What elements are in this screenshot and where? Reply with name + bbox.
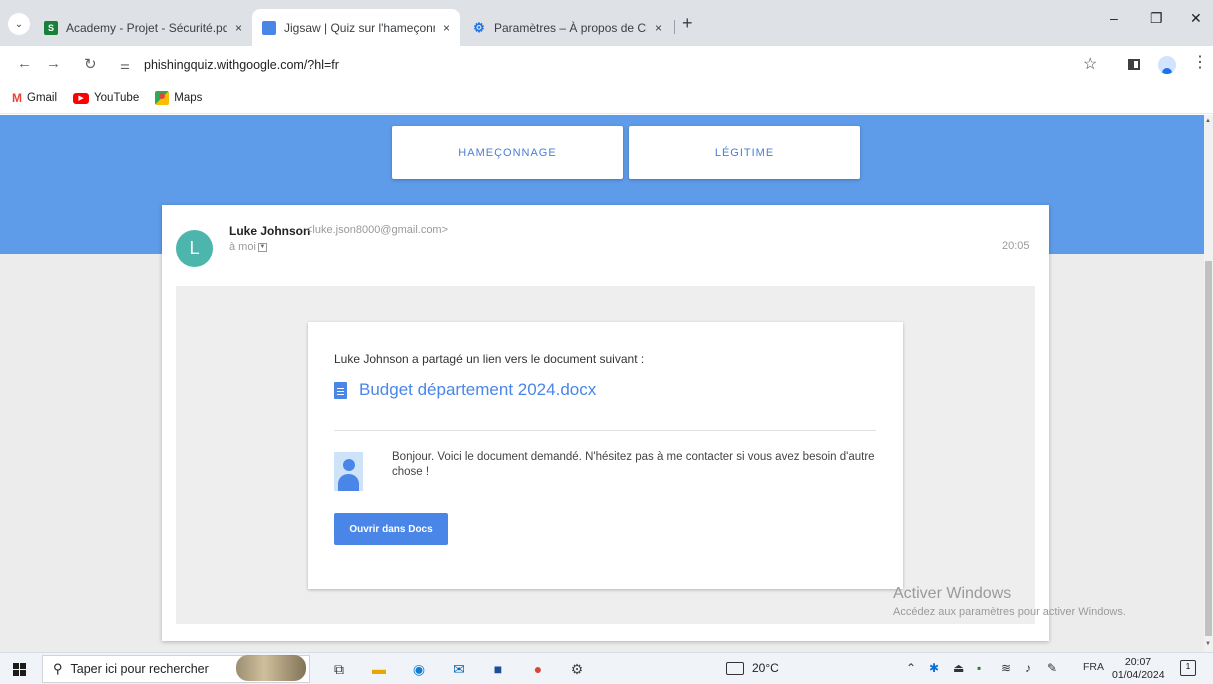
tab-close-icon[interactable]: × [655, 21, 662, 35]
recipient-details-dropdown-icon[interactable]: ▼ [257, 242, 267, 252]
tab-close-icon[interactable]: × [235, 21, 242, 35]
side-panel-icon[interactable] [1128, 59, 1140, 70]
divider [334, 430, 876, 431]
bookmark-youtube[interactable]: ▶ YouTube [73, 92, 139, 104]
email-timestamp: 20:05 [1002, 240, 1030, 252]
weather-icon [726, 661, 744, 675]
edge-browser-icon[interactable]: ◉ [410, 660, 428, 678]
recipient-line: à moi ▼ [229, 241, 267, 253]
url-text[interactable]: phishingquiz.withgoogle.com/?hl=fr [144, 58, 339, 72]
task-view-icon[interactable]: ⧉ [330, 660, 348, 678]
tab-separator [674, 20, 675, 34]
weather-temperature: 20°C [752, 661, 779, 675]
mail-icon[interactable]: ✉ [450, 660, 468, 678]
sender-email[interactable]: <luke.json8000@gmail.com> [306, 224, 448, 236]
tab-title: Jigsaw | Quiz sur l'hameçonnag [284, 20, 435, 35]
weather-widget[interactable]: 20°C [726, 661, 779, 675]
file-explorer-icon[interactable]: ▬ [370, 660, 388, 678]
bookmark-label: Maps [174, 92, 203, 104]
maps-icon [155, 91, 170, 105]
document-name[interactable]: Budget département 2024.docx [359, 380, 596, 400]
jigsaw-favicon-icon [262, 20, 276, 35]
email-card: L Luke Johnson <luke.json8000@gmail.com>… [162, 205, 1049, 641]
open-in-docs-button[interactable]: Ouvrir dans Docs [334, 513, 448, 545]
language-indicator[interactable]: FRA [1083, 661, 1104, 673]
clock-date: 01/04/2024 [1112, 669, 1165, 681]
new-tab-button[interactable]: + [682, 14, 693, 32]
forward-arrow-icon[interactable]: → [46, 55, 61, 72]
chrome-icon[interactable]: ● [529, 660, 547, 678]
tab-title: Paramètres – À propos de Chro [494, 20, 647, 35]
taskbar-clock[interactable]: 20:07 01/04/2024 [1112, 656, 1165, 682]
gmail-icon: M [12, 91, 22, 105]
scroll-up-arrow-icon[interactable]: ▲ [1205, 118, 1211, 124]
email-body: Luke Johnson a partagé un lien vers le d… [176, 286, 1035, 624]
share-text: Luke Johnson a partagé un lien vers le d… [334, 352, 645, 366]
clock-time: 20:07 [1124, 656, 1152, 668]
windows-activation-watermark: Activer Windows Accédez aux paramètres p… [893, 585, 1126, 618]
bookmarks-bar: M Gmail ▶ YouTube Maps [0, 83, 1213, 114]
document-link[interactable]: Budget département 2024.docx [334, 380, 596, 400]
search-icon: ⚲ [53, 661, 63, 676]
phishing-answer-button[interactable]: HAMEÇONNAGE [392, 126, 623, 179]
watermark-subtitle: Accédez aux paramètres pour activer Wind… [893, 606, 1126, 618]
tab-jigsaw-quiz[interactable]: Jigsaw | Quiz sur l'hameçonnag × [252, 9, 460, 46]
sender-avatar: L [176, 230, 213, 267]
wifi-icon[interactable]: ≋ [1001, 661, 1011, 675]
microsoft-store-icon[interactable]: ■ [489, 660, 507, 678]
recipient-label: à moi [229, 241, 256, 253]
scrollbar-thumb[interactable] [1205, 261, 1212, 636]
settings-gear-icon: ⚙ [473, 19, 485, 35]
watermark-title: Activer Windows [893, 585, 1012, 602]
minimize-button[interactable]: – [1110, 10, 1118, 26]
volume-icon[interactable]: ♪ [1025, 661, 1031, 675]
taskbar-search-placeholder: Taper ici pour rechercher [70, 662, 209, 676]
bookmark-star-icon[interactable]: ☆ [1083, 54, 1097, 74]
tab-academy[interactable]: S Academy - Projet - Sécurité.pd × [34, 9, 252, 46]
settings-icon[interactable]: ⚙ [568, 660, 586, 678]
show-hidden-icons-chevron-icon[interactable]: ⌃ [906, 661, 916, 675]
bookmark-gmail[interactable]: M Gmail [12, 91, 57, 105]
google-docs-icon [334, 381, 347, 399]
notification-center-icon[interactable]: 1 [1180, 660, 1196, 676]
tab-search-chevron-icon[interactable]: ⌄ [8, 13, 30, 35]
bookmark-maps[interactable]: Maps [155, 91, 202, 105]
close-window-button[interactable]: ✕ [1190, 10, 1202, 27]
user-avatar-icon [334, 452, 363, 491]
pen-icon[interactable]: ✎ [1047, 661, 1057, 675]
academy-favicon-icon: S [44, 20, 58, 35]
page-viewport: HAMEÇONNAGE LÉGITIME L Luke Johnson <luk… [0, 115, 1204, 652]
bookmark-label: YouTube [94, 92, 140, 104]
bookmark-label: Gmail [27, 92, 58, 104]
page-scrollbar[interactable]: ▲ ▼ [1204, 115, 1213, 652]
tab-close-icon[interactable]: × [443, 21, 450, 35]
back-arrow-icon[interactable]: ← [17, 55, 32, 72]
youtube-icon: ▶ [73, 92, 90, 104]
menu-kebab-icon[interactable]: ⋮ [1192, 55, 1208, 71]
scroll-down-arrow-icon[interactable]: ▼ [1205, 641, 1211, 647]
profile-avatar-icon[interactable] [1158, 56, 1176, 74]
browser-toolbar: ← → ↻ ⚌ phishingquiz.withgoogle.com/?hl=… [0, 46, 1213, 83]
tray-app-icon[interactable]: ▪ [977, 661, 981, 675]
bluetooth-icon[interactable]: ✱ [929, 661, 939, 675]
share-notification-card: Luke Johnson a partagé un lien vers le d… [308, 322, 903, 589]
search-highlight-illustration [236, 655, 306, 681]
reload-icon[interactable]: ↻ [84, 55, 97, 73]
browser-tab-strip: ⌄ S Academy - Projet - Sécurité.pd × Jig… [0, 0, 1213, 46]
address-bar[interactable]: ⚌ phishingquiz.withgoogle.com/?hl=fr [112, 51, 1070, 79]
tab-title: Academy - Projet - Sécurité.pd [66, 20, 227, 35]
restore-button[interactable]: ❐ [1150, 10, 1163, 27]
tab-chrome-settings[interactable]: ⚙ Paramètres – À propos de Chro × [462, 9, 672, 46]
sender-name: Luke Johnson [229, 224, 311, 238]
message-text: Bonjour. Voici le document demandé. N'hé… [392, 451, 875, 478]
usb-icon[interactable]: ⏏ [953, 661, 964, 675]
windows-start-icon[interactable] [13, 663, 26, 676]
site-info-icon[interactable]: ⚌ [120, 59, 136, 72]
legitimate-answer-button[interactable]: LÉGITIME [629, 126, 860, 179]
windows-taskbar: ⚲ Taper ici pour rechercher ⧉ ▬ ◉ ✉ ■ ● … [0, 652, 1213, 684]
